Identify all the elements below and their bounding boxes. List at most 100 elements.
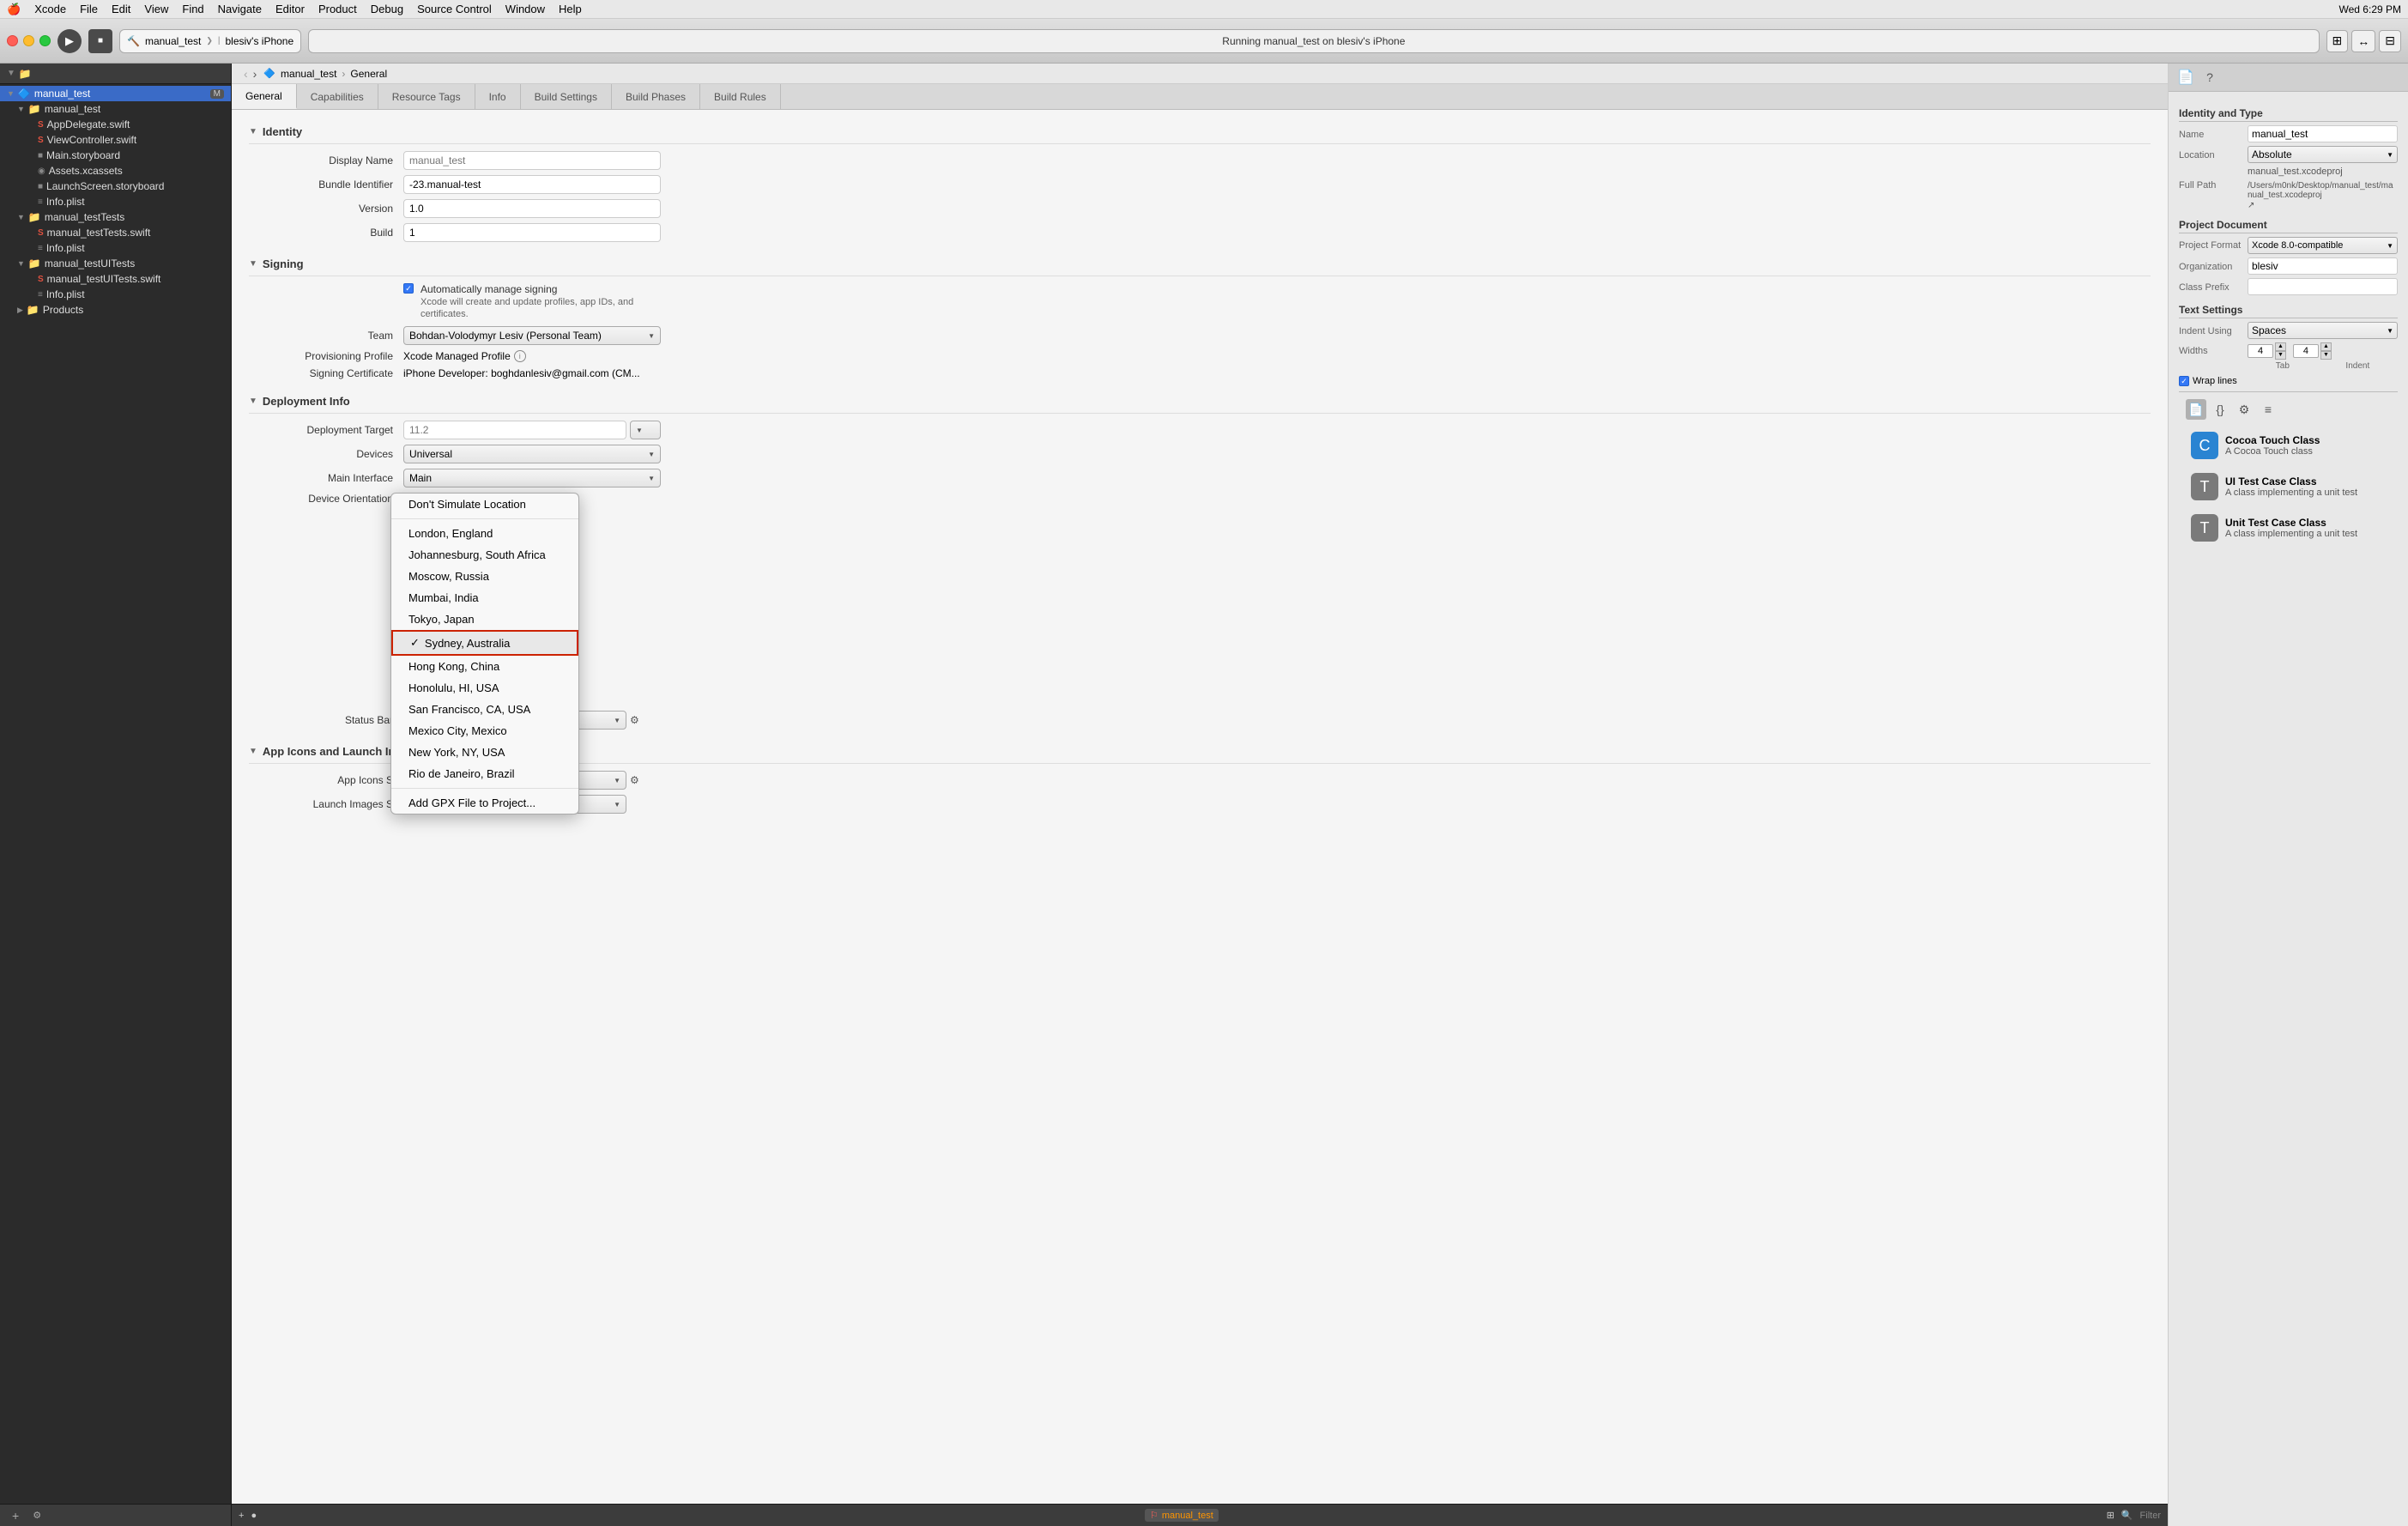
run-button[interactable]: ▶ (57, 29, 82, 53)
rpanel-tab-file[interactable]: 📄 (2175, 67, 2196, 88)
provisioning-info-icon[interactable]: i (514, 350, 526, 362)
breadcrumb-section[interactable]: General (350, 68, 387, 80)
sidebar-group-manual-test[interactable]: ▼ 📁 manual_test (0, 101, 231, 117)
reveal-in-finder-icon[interactable]: ↗ (2248, 201, 2254, 210)
close-button[interactable] (7, 35, 18, 46)
version-input[interactable] (403, 199, 661, 218)
deployment-target-input[interactable] (403, 421, 626, 439)
template-item-unittest[interactable]: T Unit Test Case Class A class implement… (2186, 509, 2391, 547)
dropdown-item-no-simulate[interactable]: Don't Simulate Location (391, 494, 578, 515)
nav-forward-button[interactable]: › (251, 67, 259, 81)
sidebar-toggle-icon[interactable]: ▼ (7, 69, 15, 78)
template-tab-gear[interactable]: ⚙ (2234, 399, 2254, 420)
sidebar-item-viewcontroller[interactable]: S ViewController.swift (0, 132, 231, 148)
add-file-button[interactable]: + (7, 1505, 24, 1526)
sidebar-item-tests-swift[interactable]: S manual_testTests.swift (0, 225, 231, 240)
right-project-format-select[interactable]: Xcode 8.0-compatible ▼ (2248, 237, 2398, 254)
grid-icon[interactable]: ⊞ (2107, 1510, 2115, 1521)
location-dropdown[interactable]: Don't Simulate Location London, England … (390, 493, 579, 814)
sidebar-item-appdelegate[interactable]: S AppDelegate.swift (0, 117, 231, 132)
dropdown-add-gpx[interactable]: Add GPX File to Project... (391, 792, 578, 814)
sidebar-item-tests-plist[interactable]: ≡ Info.plist (0, 240, 231, 256)
dropdown-item-sydney[interactable]: ✓ Sydney, Australia (391, 630, 578, 656)
sidebar-item-project[interactable]: ▼ 🔷 manual_test M (0, 86, 231, 101)
devices-select[interactable]: Universal ▼ (403, 445, 661, 463)
template-item-uitest[interactable]: T UI Test Case Class A class implementin… (2186, 468, 2391, 506)
deployment-target-select[interactable]: ▼ (630, 421, 661, 439)
team-select[interactable]: Bohdan-Volodymyr Lesiv (Personal Team) ▼ (403, 326, 661, 345)
layout-btn-3[interactable]: ⊟ (2379, 30, 2401, 52)
tab-build-rules[interactable]: Build Rules (700, 84, 781, 109)
filter-icon[interactable]: 🔍 (2121, 1510, 2133, 1521)
sidebar-footer-btn[interactable]: ⚙ (27, 1505, 46, 1526)
app-icons-gear-icon[interactable]: ⚙ (630, 774, 639, 786)
sidebar-group-products[interactable]: ▶ 📁 Products (0, 302, 231, 318)
deployment-toggle[interactable]: ▼ (249, 397, 257, 406)
tab-capabilities[interactable]: Capabilities (297, 84, 378, 109)
bundle-id-input[interactable] (403, 175, 661, 194)
sidebar-item-uitests-swift[interactable]: S manual_testUITests.swift (0, 271, 231, 287)
dropdown-item-tokyo[interactable]: Tokyo, Japan (391, 609, 578, 630)
stop-button[interactable]: ■ (88, 29, 112, 53)
menu-xcode[interactable]: Xcode (34, 3, 66, 15)
menu-window[interactable]: Window (505, 3, 545, 15)
dropdown-item-mumbai[interactable]: Mumbai, India (391, 587, 578, 609)
scheme-selector[interactable]: 🔨 manual_test ❯ | blesiv's iPhone (119, 29, 301, 53)
right-indent-using-select[interactable]: Spaces ▼ (2248, 322, 2398, 339)
minimize-button[interactable] (23, 35, 34, 46)
status-bar-gear-icon[interactable]: ⚙ (630, 714, 639, 726)
template-tab-code[interactable]: {} (2210, 399, 2230, 420)
menu-find[interactable]: Find (182, 3, 203, 15)
app-icons-toggle[interactable]: ▼ (249, 747, 257, 756)
tab-width-down[interactable]: ▼ (2275, 351, 2286, 360)
indent-width-input[interactable] (2293, 344, 2319, 358)
indent-width-up[interactable]: ▲ (2320, 342, 2332, 351)
sidebar-group-uitests[interactable]: ▼ 📁 manual_testUITests (0, 256, 231, 271)
tab-width-input[interactable] (2248, 344, 2273, 358)
sidebar-item-main-storyboard[interactable]: ■ Main.storyboard (0, 148, 231, 163)
bottom-icon-2[interactable]: ● (251, 1511, 257, 1521)
template-tab-list[interactable]: ≡ (2258, 399, 2278, 420)
dropdown-item-mexico-city[interactable]: Mexico City, Mexico (391, 720, 578, 742)
build-input[interactable] (403, 223, 661, 242)
dropdown-item-london[interactable]: London, England (391, 523, 578, 544)
signing-toggle[interactable]: ▼ (249, 259, 257, 269)
add-bottom-icon[interactable]: + (239, 1511, 244, 1521)
menu-file[interactable]: File (80, 3, 98, 15)
menu-view[interactable]: View (144, 3, 168, 15)
wrap-lines-checkbox[interactable]: ✓ (2179, 376, 2189, 386)
layout-btn-2[interactable]: ↔ (2351, 30, 2375, 52)
right-class-prefix-input[interactable] (2248, 278, 2398, 295)
indent-width-down[interactable]: ▼ (2320, 351, 2332, 360)
display-name-input[interactable] (403, 151, 661, 170)
menu-source-control[interactable]: Source Control (417, 3, 492, 15)
dropdown-item-honolulu[interactable]: Honolulu, HI, USA (391, 677, 578, 699)
tab-resource-tags[interactable]: Resource Tags (378, 84, 475, 109)
identity-toggle[interactable]: ▼ (249, 127, 257, 136)
maximize-button[interactable] (39, 35, 51, 46)
right-name-input[interactable] (2248, 125, 2398, 142)
auto-signing-checkbox[interactable]: ✓ (403, 283, 414, 294)
tab-build-phases[interactable]: Build Phases (612, 84, 700, 109)
template-tab-file[interactable]: 📄 (2186, 399, 2206, 420)
right-location-select[interactable]: Absolute ▼ (2248, 146, 2398, 163)
dropdown-item-hong-kong[interactable]: Hong Kong, China (391, 656, 578, 677)
main-interface-select[interactable]: Main ▼ (403, 469, 661, 487)
menu-product[interactable]: Product (318, 3, 357, 15)
menu-editor[interactable]: Editor (275, 3, 305, 15)
menu-navigate[interactable]: Navigate (218, 3, 262, 15)
sidebar-item-assets[interactable]: ◉ Assets.xcassets (0, 163, 231, 179)
layout-btn-1[interactable]: ⊞ (2326, 30, 2349, 52)
tab-width-up[interactable]: ▲ (2275, 342, 2286, 351)
menu-help[interactable]: Help (559, 3, 582, 15)
dropdown-item-moscow[interactable]: Moscow, Russia (391, 566, 578, 587)
template-item-cocoa[interactable]: C Cocoa Touch Class A Cocoa Touch class (2186, 427, 2391, 464)
tab-general[interactable]: General (232, 84, 297, 109)
menu-debug[interactable]: Debug (371, 3, 403, 15)
dropdown-item-johannesburg[interactable]: Johannesburg, South Africa (391, 544, 578, 566)
nav-back-button[interactable]: ‹ (242, 67, 250, 81)
dropdown-item-san-francisco[interactable]: San Francisco, CA, USA (391, 699, 578, 720)
menu-edit[interactable]: Edit (112, 3, 130, 15)
tab-build-settings[interactable]: Build Settings (521, 84, 612, 109)
sidebar-item-uitests-plist[interactable]: ≡ Info.plist (0, 287, 231, 302)
